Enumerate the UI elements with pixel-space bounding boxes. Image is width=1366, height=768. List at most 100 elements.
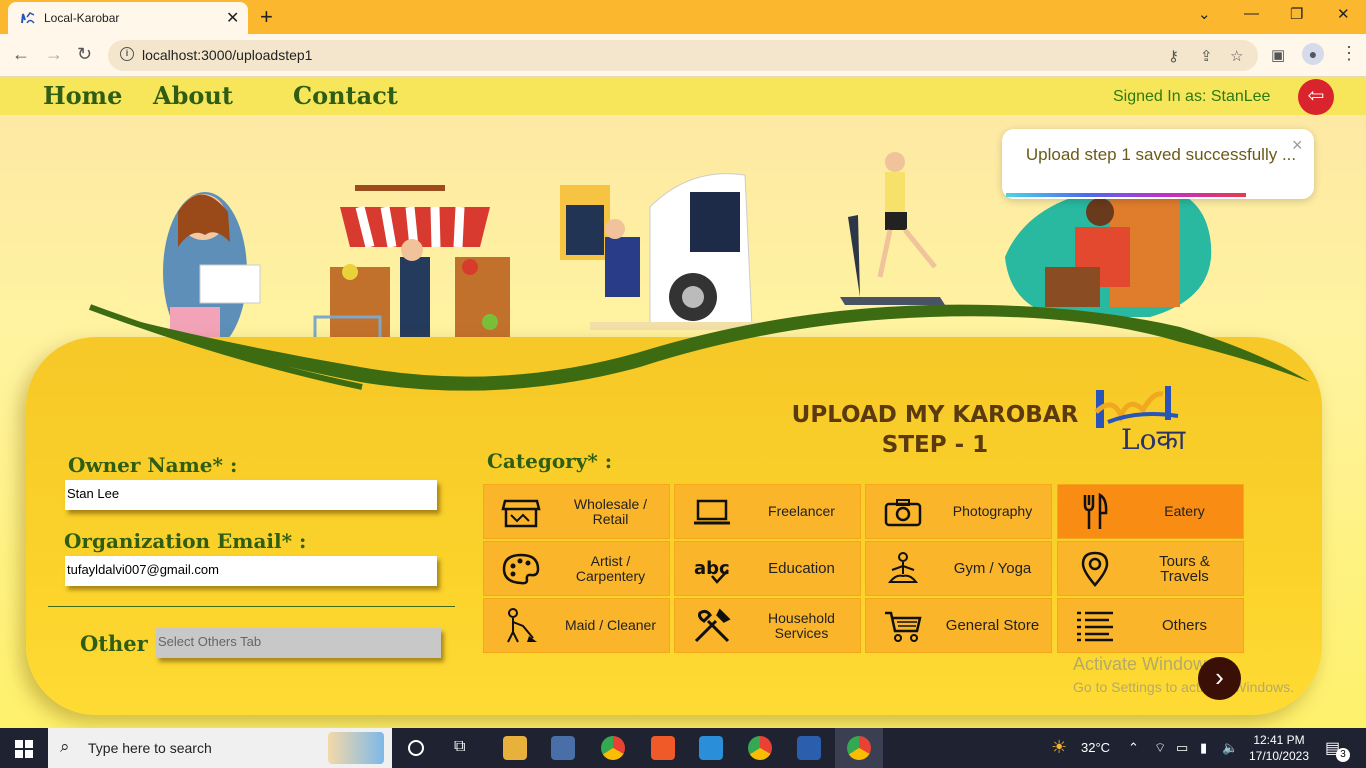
- share-icon[interactable]: ⇪: [1200, 47, 1213, 65]
- category-label-text: Tours & Travels: [1159, 552, 1210, 585]
- volume-icon[interactable]: 🔈: [1222, 740, 1238, 756]
- category-label-text: General Store: [945, 617, 1040, 634]
- taskbar-clock[interactable]: 12:41 PM 17/10/2023: [1248, 732, 1310, 764]
- category-label-text: Photography: [952, 503, 1033, 519]
- notification-count-badge: 3: [1336, 748, 1350, 762]
- taskbar-search-box[interactable]: ⌕ Type here to search: [48, 728, 392, 768]
- nav-about-link[interactable]: About: [153, 81, 233, 110]
- upload-heading: UPLOAD MY KAROBAR STEP - 1: [790, 400, 1080, 460]
- svg-text:abc: abc: [694, 558, 730, 579]
- shop-icon: [501, 499, 541, 527]
- task-view-icon[interactable]: ⧉: [454, 738, 465, 756]
- category-artist-carpentery[interactable]: Artist / Carpentery: [483, 541, 670, 596]
- category-label-text: Wholesale / Retail: [573, 495, 648, 527]
- yoga-icon: [887, 551, 919, 583]
- reload-icon[interactable]: ↻: [77, 44, 92, 65]
- watermark-line2: Go to Settings to activate Windows.: [1073, 679, 1294, 695]
- category-wholesale-retail[interactable]: Wholesale / Retail: [483, 484, 670, 539]
- category-freelancer[interactable]: Freelancer: [674, 484, 861, 539]
- active-app-slot[interactable]: [835, 728, 883, 768]
- signed-in-text: Signed In as: StanLee: [1113, 88, 1271, 105]
- owner-name-input[interactable]: Stan Lee: [65, 480, 437, 510]
- other-select-input[interactable]: Select Others Tab: [156, 628, 441, 658]
- chrome-profile-icon[interactable]: [748, 736, 772, 760]
- category-photography[interactable]: Photography: [865, 484, 1052, 539]
- address-bar[interactable]: i localhost:3000/uploadstep1 ⚷ ⇪ ☆: [108, 40, 1258, 71]
- form-divider: [48, 606, 455, 607]
- new-tab-icon[interactable]: +: [260, 4, 273, 30]
- category-maid-cleaner[interactable]: Maid / Cleaner: [483, 598, 670, 653]
- tab-close-icon[interactable]: ✕: [226, 8, 239, 28]
- category-label-text: Household Services: [768, 609, 835, 641]
- meet-icon[interactable]: ▭: [1176, 740, 1188, 756]
- restore-icon[interactable]: ❐: [1290, 5, 1303, 23]
- windows-activation-watermark: Activate Windows Go to Settings to activ…: [1073, 654, 1294, 695]
- category-household-services[interactable]: Household Services: [674, 598, 861, 653]
- network-icon[interactable]: ⌔: [1154, 740, 1166, 756]
- logout-button[interactable]: ⇦: [1298, 79, 1334, 115]
- category-eatery[interactable]: Eatery: [1057, 484, 1244, 539]
- category-gym-yoga[interactable]: Gym / Yoga: [865, 541, 1052, 596]
- upload-heading-line1: UPLOAD MY KAROBAR: [791, 402, 1079, 428]
- chrome-icon[interactable]: [601, 736, 625, 760]
- back-icon[interactable]: ←: [12, 44, 30, 65]
- temperature-text: 32°C: [1081, 740, 1111, 755]
- tools-icon: [694, 607, 731, 642]
- category-tours-travels[interactable]: Tours & Travels: [1057, 541, 1244, 596]
- side-panel-icon[interactable]: ▣: [1271, 46, 1285, 64]
- nav-home-link[interactable]: Home: [43, 81, 122, 110]
- fork-knife-icon: [1083, 492, 1108, 529]
- org-email-input[interactable]: tufayldalvi007@gmail.com: [65, 556, 437, 586]
- loka-logo-text: Loका: [1121, 423, 1186, 456]
- category-others[interactable]: Others: [1057, 598, 1244, 653]
- battery-icon[interactable]: ▮: [1200, 740, 1207, 756]
- next-step-button[interactable]: ›: [1198, 657, 1241, 700]
- toast-close-icon[interactable]: ×: [1292, 135, 1303, 156]
- category-label-text: Gym / Yoga: [953, 560, 1032, 577]
- vscode-icon[interactable]: [699, 736, 723, 760]
- search-icon: ⌕: [60, 737, 70, 756]
- category-general-store[interactable]: General Store: [865, 598, 1052, 653]
- palette-icon: [502, 553, 540, 584]
- nav-contact-link[interactable]: Contact: [293, 81, 398, 110]
- virtualbox-icon[interactable]: [551, 736, 575, 760]
- map-pin-icon: [1081, 551, 1109, 587]
- category-label-text: Maid / Cleaner: [564, 617, 657, 633]
- key-icon[interactable]: ⚷: [1168, 47, 1179, 65]
- toast-message: Upload step 1 saved successfully ...: [1025, 145, 1297, 164]
- tab-search-chevron-icon[interactable]: ⌄: [1198, 5, 1211, 23]
- file-explorer-icon[interactable]: [503, 736, 527, 760]
- abc-icon: abc: [694, 558, 730, 584]
- tab-title: Local-Karobar: [44, 11, 120, 25]
- category-label-text: Artist / Carpentery: [575, 552, 646, 584]
- window-close-icon[interactable]: ✕: [1337, 5, 1350, 23]
- browser-tab[interactable]: Local-Karobar ✕: [8, 2, 248, 34]
- site-info-icon[interactable]: i: [120, 47, 134, 61]
- minimize-icon[interactable]: —: [1244, 5, 1259, 22]
- cortana-icon[interactable]: [408, 740, 424, 756]
- windows-taskbar: ⌕ Type here to search ⧉ ☀ 32°C ⌃ ⌔ ▭ ▮ 🔈…: [0, 728, 1366, 768]
- taskbar-search-placeholder: Type here to search: [88, 740, 212, 756]
- brave-icon[interactable]: [651, 736, 675, 760]
- category-label: Category* :: [487, 449, 613, 473]
- menu-kebab-icon[interactable]: ⋮: [1340, 43, 1358, 64]
- word-icon[interactable]: [797, 736, 821, 760]
- page-content: Home About Contact Signed In as: StanLee…: [0, 77, 1366, 728]
- browser-tabbar: Local-Karobar ✕ + ⌄ — ❐ ✕: [0, 0, 1366, 34]
- tray-chevron-icon[interactable]: ⌃: [1128, 740, 1139, 756]
- category-education[interactable]: abc Education: [674, 541, 861, 596]
- toast-progress-bar: [1006, 193, 1246, 197]
- owner-name-label: Owner Name* :: [68, 453, 238, 477]
- loka-logo: Loका: [1093, 382, 1186, 457]
- windows-start-icon[interactable]: [15, 740, 33, 758]
- laptop-icon: [694, 499, 730, 524]
- forward-icon[interactable]: →: [45, 44, 63, 65]
- weather-icon[interactable]: ☀: [1051, 737, 1067, 758]
- bookmark-star-icon[interactable]: ☆: [1230, 47, 1243, 65]
- profile-icon[interactable]: ●: [1302, 43, 1324, 65]
- search-highlight-icon: [328, 732, 384, 764]
- chevron-right-icon: ›: [1215, 662, 1224, 692]
- watermark-line1: Activate Windows: [1073, 654, 1216, 674]
- site-navbar: Home About Contact Signed In as: StanLee…: [0, 77, 1366, 115]
- treadmill-illustration: [840, 152, 945, 305]
